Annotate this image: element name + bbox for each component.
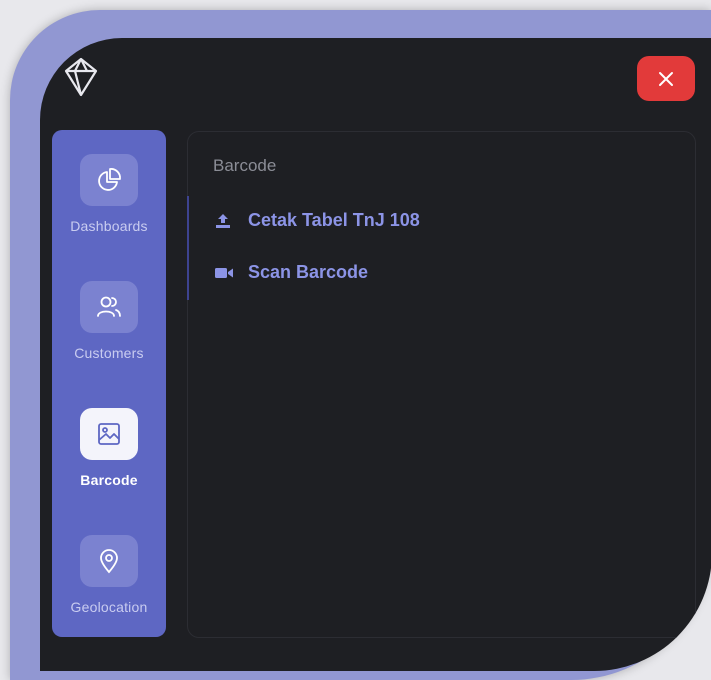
sidebar: Dashboards Customers Barcode Geolocation [52, 130, 166, 637]
sidebar-item-label: Geolocation [70, 599, 148, 615]
close-icon [659, 71, 673, 86]
pie-chart-icon [98, 168, 121, 191]
upload-icon [214, 212, 236, 230]
sidebar-item-barcode[interactable]: Barcode [52, 408, 166, 488]
window-frame: Dashboards Customers Barcode Geolocation… [10, 10, 711, 680]
map-pin-icon [100, 549, 118, 574]
video-icon [214, 264, 236, 282]
menu-active-rule [187, 196, 189, 300]
menu-panel: Dashboards Customers Barcode Geolocation… [40, 38, 711, 671]
nav-tile [80, 408, 138, 460]
nav-tile [80, 281, 138, 333]
section-title: Barcode [213, 156, 277, 175]
menu-item-scan-barcode[interactable]: Scan Barcode [214, 262, 368, 283]
sidebar-item-label: Customers [74, 345, 144, 361]
content-panel: Barcode Cetak Tabel TnJ 108 Scan Barcode [187, 131, 696, 638]
nav-tile [80, 535, 138, 587]
menu-item-cetak-tabel[interactable]: Cetak Tabel TnJ 108 [214, 210, 420, 231]
sidebar-item-label: Dashboards [70, 218, 148, 234]
nav-tile [80, 154, 138, 206]
close-button[interactable] [637, 56, 695, 101]
sidebar-item-dashboards[interactable]: Dashboards [52, 154, 166, 234]
image-icon [98, 423, 120, 445]
menu-item-label: Cetak Tabel TnJ 108 [248, 210, 420, 230]
users-icon [97, 296, 121, 317]
gem-icon[interactable] [62, 56, 100, 98]
sidebar-item-customers[interactable]: Customers [52, 281, 166, 361]
sidebar-item-label: Barcode [80, 472, 138, 488]
menu-item-label: Scan Barcode [248, 262, 369, 282]
sidebar-item-geolocation[interactable]: Geolocation [52, 535, 166, 615]
